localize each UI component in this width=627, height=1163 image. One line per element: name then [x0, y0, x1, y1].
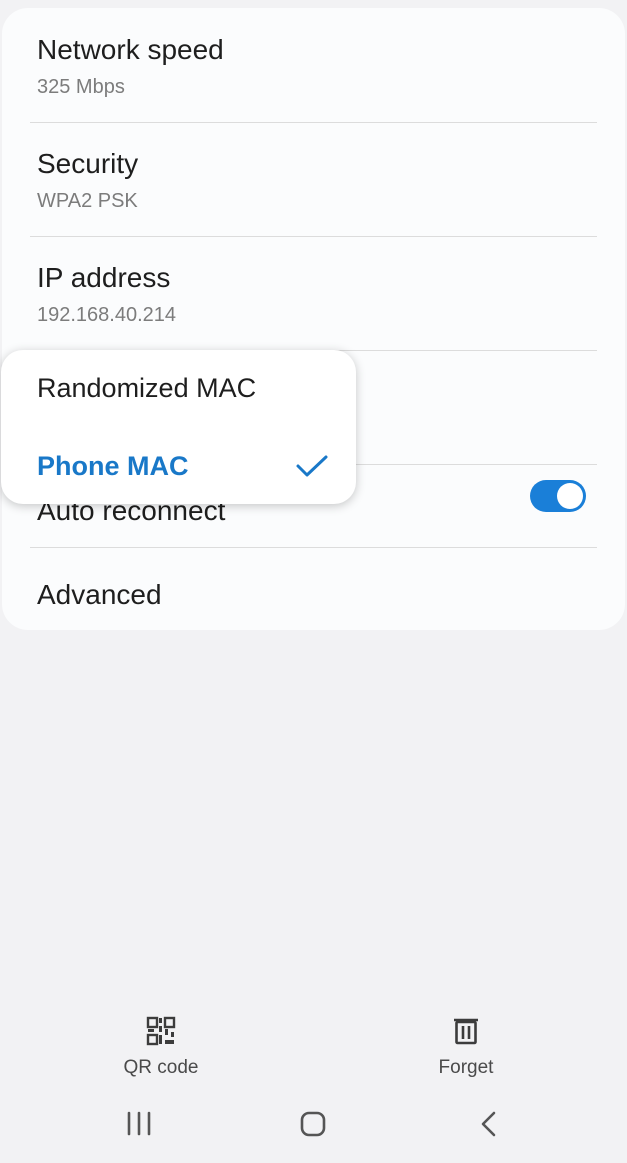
ip-address-title: IP address [37, 262, 171, 293]
home-button[interactable] [298, 1109, 328, 1144]
advanced-title: Advanced [37, 579, 162, 610]
toggle-knob [557, 483, 583, 509]
qr-code-label: QR code [123, 1057, 199, 1078]
forget-label: Forget [438, 1057, 494, 1078]
recent-apps-button[interactable] [124, 1110, 154, 1143]
security-row: Security WPA2 PSK [2, 123, 625, 236]
back-icon [481, 1111, 496, 1137]
ip-address-value: 192.168.40.214 [37, 304, 177, 326]
mac-type-popup: Randomized MAC Phone MAC [1, 350, 356, 504]
ip-address-row: IP address 192.168.40.214 [2, 237, 625, 350]
auto-reconnect-toggle[interactable] [530, 480, 586, 512]
network-speed-value: 325 Mbps [37, 76, 125, 98]
trash-icon [454, 1018, 478, 1045]
security-title: Security [37, 148, 139, 179]
security-value: WPA2 PSK [37, 190, 138, 212]
checkmark-icon [296, 455, 328, 477]
network-speed-row: Network speed 325 Mbps [2, 8, 625, 122]
recent-apps-icon [127, 1111, 151, 1136]
qr-code-icon [146, 1016, 176, 1046]
advanced-row[interactable]: Advanced [2, 548, 625, 630]
randomized-mac-option[interactable]: Randomized MAC [37, 373, 256, 404]
back-button[interactable] [474, 1109, 504, 1144]
qr-code-button[interactable]: QR code [108, 1016, 214, 1079]
home-icon [300, 1111, 326, 1137]
phone-mac-option[interactable]: Phone MAC [37, 451, 189, 482]
network-details-card: Network speed 325 Mbps Security WPA2 PSK… [2, 8, 625, 630]
network-speed-title: Network speed [37, 34, 224, 65]
forget-button[interactable]: Forget [420, 1016, 512, 1079]
